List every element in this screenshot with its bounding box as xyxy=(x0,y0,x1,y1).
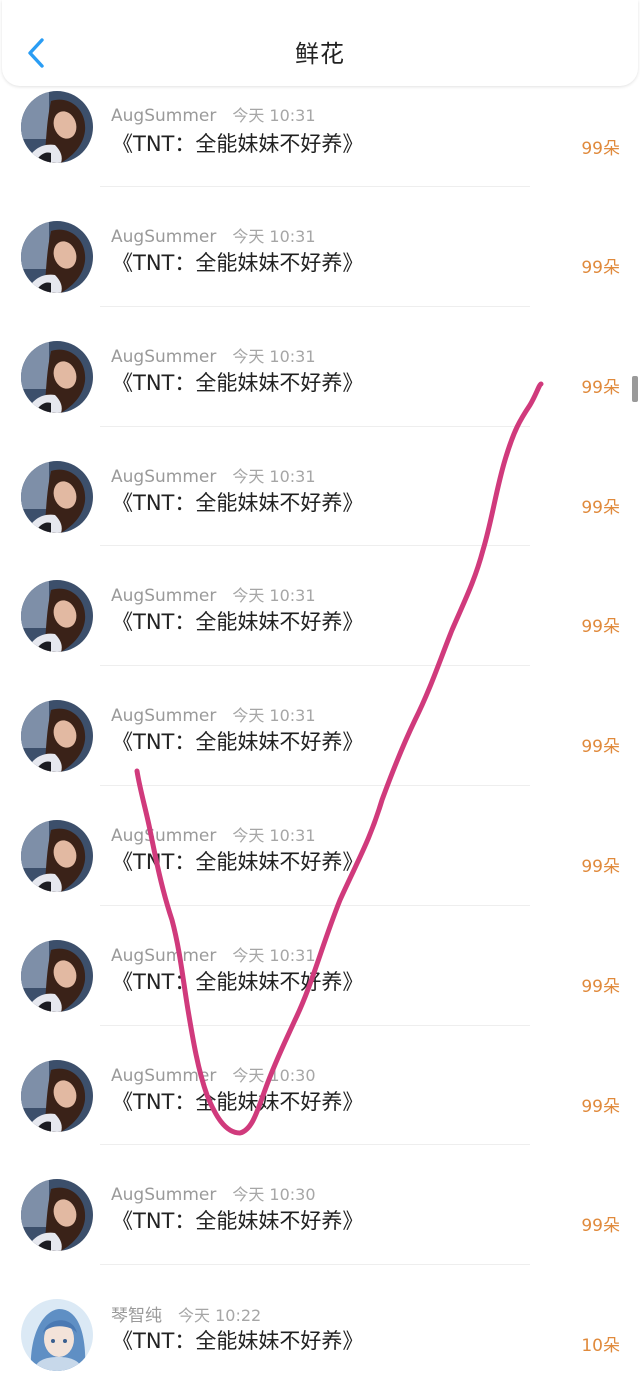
avatar[interactable] xyxy=(21,700,93,773)
timestamp: 今天 10:30 xyxy=(232,1185,316,1205)
book-title: 《TNT：全能妹妹不好养》 xyxy=(112,730,364,755)
top-bar: 鲜花 xyxy=(2,0,638,86)
flower-count: 10朵 xyxy=(581,1336,620,1357)
list-item[interactable]: AugSummer 今天 10:31 《TNT：全能妹妹不好养》 99朵 xyxy=(0,786,640,906)
flower-list: AugSummer 今天 10:31 《TNT：全能妹妹不好养》 99朵 AugS… xyxy=(0,88,640,1385)
flower-count: 99朵 xyxy=(581,856,620,877)
timestamp: 今天 10:30 xyxy=(232,1065,316,1085)
timestamp: 今天 10:31 xyxy=(232,346,316,366)
list-item[interactable]: AugSummer 今天 10:31 《TNT：全能妹妹不好养》 99朵 xyxy=(0,546,640,667)
list-item[interactable]: AugSummer 今天 10:31 《TNT：全能妹妹不好养》 99朵 xyxy=(0,307,640,427)
girl-avatar-icon xyxy=(21,221,93,293)
user-meta: AugSummer 今天 10:31 xyxy=(111,223,316,247)
book-title: 《TNT：全能妹妹不好养》 xyxy=(112,610,364,635)
book-title: 《TNT：全能妹妹不好养》 xyxy=(112,132,364,156)
user-meta: AugSummer 今天 10:30 xyxy=(111,1062,316,1086)
girl-avatar-icon xyxy=(21,700,93,773)
username: AugSummer xyxy=(111,1065,217,1086)
username: AugSummer xyxy=(111,227,217,247)
timestamp: 今天 10:22 xyxy=(178,1306,262,1326)
username: AugSummer xyxy=(111,466,217,487)
girl-avatar-icon xyxy=(21,340,93,413)
user-meta: AugSummer 今天 10:31 xyxy=(111,822,316,846)
user-meta: AugSummer 今天 10:31 xyxy=(111,463,316,487)
username: AugSummer xyxy=(111,825,217,846)
girl-avatar-icon xyxy=(21,580,93,653)
book-title: 《TNT：全能妹妹不好养》 xyxy=(112,251,364,275)
list-item[interactable]: AugSummer 今天 10:30 《TNT：全能妹妹不好养》 99朵 xyxy=(0,1145,640,1266)
list-item[interactable]: AugSummer 今天 10:31 《TNT：全能妹妹不好养》 99朵 xyxy=(0,187,640,307)
list-item[interactable]: 琴智纯 今天 10:22 《TNT：全能妹妹不好养》 10朵 xyxy=(0,1265,640,1385)
avatar[interactable] xyxy=(21,1179,93,1252)
timestamp: 今天 10:31 xyxy=(232,227,316,246)
anime-avatar-icon xyxy=(21,1299,93,1372)
book-title: 《TNT：全能妹妹不好养》 xyxy=(112,1089,364,1114)
girl-avatar-icon xyxy=(21,1059,93,1132)
girl-avatar-icon xyxy=(21,819,93,892)
user-meta: AugSummer 今天 10:31 xyxy=(111,942,316,966)
avatar[interactable] xyxy=(21,1299,93,1372)
book-title: 《TNT：全能妹妹不好养》 xyxy=(112,849,364,874)
scrollbar-thumb[interactable] xyxy=(632,376,638,402)
list-item[interactable]: AugSummer 今天 10:31 《TNT：全能妹妹不好养》 99朵 xyxy=(0,666,640,786)
username: AugSummer xyxy=(111,346,217,367)
list-item[interactable]: AugSummer 今天 10:31 《TNT：全能妹妹不好养》 99朵 xyxy=(0,906,640,1026)
timestamp: 今天 10:31 xyxy=(232,706,316,726)
avatar[interactable] xyxy=(21,580,93,653)
book-title: 《TNT：全能妹妹不好养》 xyxy=(112,370,364,395)
girl-avatar-icon xyxy=(21,91,93,163)
avatar[interactable] xyxy=(21,340,93,413)
timestamp: 今天 10:31 xyxy=(232,106,316,125)
list-item[interactable]: AugSummer 今天 10:31 《TNT：全能妹妹不好养》 99朵 xyxy=(0,88,640,187)
username: 琴智纯 xyxy=(111,1306,162,1327)
book-title: 《TNT：全能妹妹不好养》 xyxy=(112,969,364,994)
username: AugSummer xyxy=(111,586,217,607)
flower-count: 99朵 xyxy=(581,737,620,758)
book-title: 《TNT：全能妹妹不好养》 xyxy=(112,1329,364,1354)
girl-avatar-icon xyxy=(21,939,93,1012)
book-title: 《TNT：全能妹妹不好养》 xyxy=(112,490,364,515)
avatar[interactable] xyxy=(21,460,93,533)
username: AugSummer xyxy=(111,706,217,727)
username: AugSummer xyxy=(111,1185,217,1206)
timestamp: 今天 10:31 xyxy=(232,945,316,965)
username: AugSummer xyxy=(111,106,217,126)
flower-count: 99朵 xyxy=(581,976,620,997)
flower-count: 99朵 xyxy=(581,377,620,398)
avatar[interactable] xyxy=(21,819,93,892)
flower-count: 99朵 xyxy=(581,617,620,638)
avatar[interactable] xyxy=(21,1059,93,1132)
girl-avatar-icon xyxy=(21,460,93,533)
list-item[interactable]: AugSummer 今天 10:30 《TNT：全能妹妹不好养》 99朵 xyxy=(0,1026,640,1146)
timestamp: 今天 10:31 xyxy=(232,825,316,845)
book-title: 《TNT：全能妹妹不好养》 xyxy=(112,1209,364,1234)
avatar[interactable] xyxy=(21,91,93,163)
page-title: 鲜花 xyxy=(295,40,345,68)
flower-count: 99朵 xyxy=(581,139,620,159)
avatar[interactable] xyxy=(21,939,93,1012)
timestamp: 今天 10:31 xyxy=(232,586,316,606)
user-meta: 琴智纯 今天 10:22 xyxy=(111,1301,261,1326)
flower-count: 99朵 xyxy=(581,497,620,518)
user-meta: AugSummer 今天 10:31 xyxy=(111,343,316,367)
user-meta: AugSummer 今天 10:31 xyxy=(111,102,316,126)
user-meta: AugSummer 今天 10:31 xyxy=(111,702,316,726)
list-item[interactable]: AugSummer 今天 10:31 《TNT：全能妹妹不好养》 99朵 xyxy=(0,427,640,547)
avatar[interactable] xyxy=(21,221,93,293)
girl-avatar-icon xyxy=(21,1179,93,1252)
user-meta: AugSummer 今天 10:31 xyxy=(111,582,316,606)
flower-count: 99朵 xyxy=(581,1216,620,1237)
username: AugSummer xyxy=(111,945,217,966)
flower-count: 99朵 xyxy=(581,258,620,278)
timestamp: 今天 10:31 xyxy=(232,466,316,486)
user-meta: AugSummer 今天 10:30 xyxy=(111,1181,316,1205)
flower-count: 99朵 xyxy=(581,1096,620,1117)
